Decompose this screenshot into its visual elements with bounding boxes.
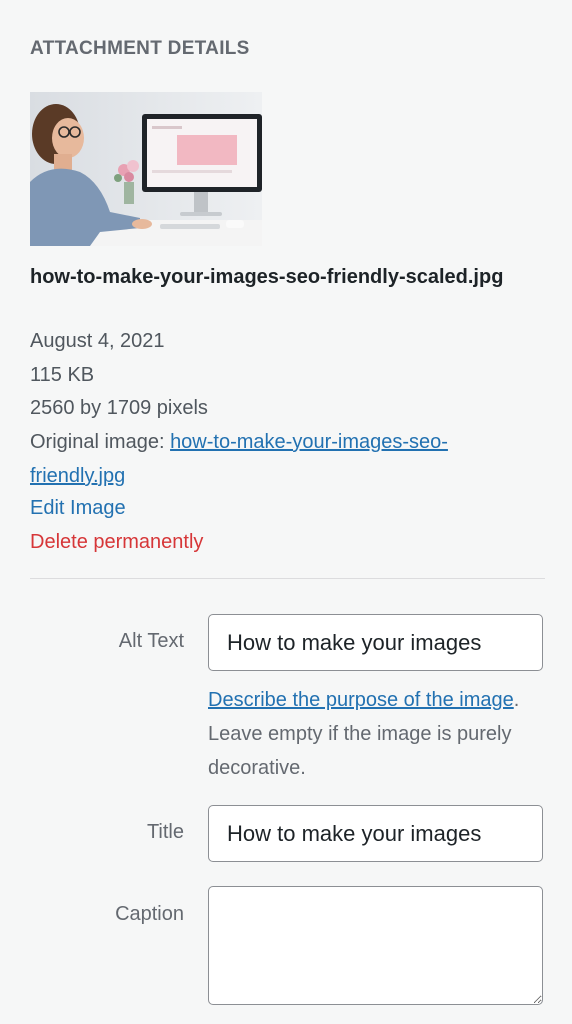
caption-textarea[interactable] — [208, 886, 543, 1005]
upload-date: August 4, 2021 — [30, 330, 165, 352]
original-image-label: Original image: — [30, 431, 171, 453]
edit-image-link[interactable]: Edit Image — [30, 491, 126, 525]
section-heading: ATTACHMENT DETAILS — [30, 38, 250, 59]
title-input[interactable] — [208, 805, 543, 862]
alt-text-help: Describe the purpose of the image. Leave… — [208, 683, 528, 785]
alt-text-help-link[interactable]: Describe the purpose of the image — [208, 689, 514, 711]
section-divider — [30, 578, 545, 579]
alt-text-label: Alt Text — [118, 630, 184, 652]
alt-text-input[interactable] — [208, 614, 543, 671]
delete-permanently-link[interactable]: Delete permanently — [30, 525, 203, 559]
file-size: 115 KB — [30, 364, 95, 386]
original-image-info: Original image: how-to-make-your-images-… — [30, 425, 530, 493]
caption-label: Caption — [115, 903, 184, 925]
attachment-thumbnail[interactable] — [30, 92, 262, 246]
title-label: Title — [146, 821, 184, 843]
attachment-details-panel: ATTACHMENT DETAILS how-to-make-your-imag… — [0, 0, 572, 1024]
image-dimensions: 2560 by 1709 pixels — [30, 397, 208, 419]
thumbnail-image — [30, 92, 262, 246]
attachment-filename: how-to-make-your-images-seo-friendly-sca… — [30, 266, 504, 288]
